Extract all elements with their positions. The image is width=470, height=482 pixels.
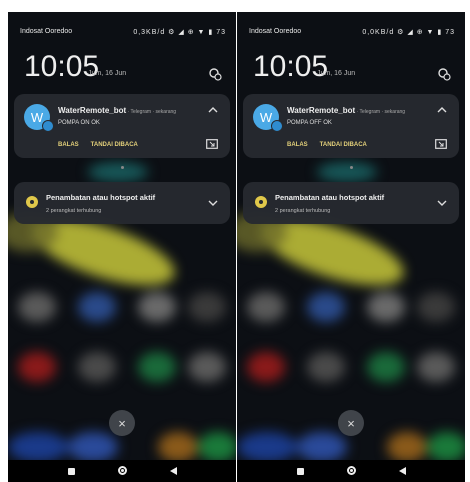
page-dot [350,166,353,169]
notification-body: POMPA OFF OK [287,120,332,126]
notification-meta: · Telegram · sekarang [126,109,177,115]
navigation-bar [237,460,465,482]
status-bar: Indosat Ooredoo 0,0KB/d ⚙ ◢ ⊕ ▼ ▮ 73 [249,28,455,36]
telegram-badge-icon [42,120,54,132]
page-dot [121,166,124,169]
notification-actions: BALAS TANDAI DIBACA [58,142,138,148]
phone-screen-left: Indosat Ooredoo 0,3KB/d ⚙ ◢ ⊕ ▼ ▮ 73 10:… [8,12,236,482]
open-window-icon[interactable] [435,139,447,149]
date-label: Jum, 16 Jun [88,70,127,77]
hotspot-notification[interactable]: Penambatan atau hotspot aktif 2 perangka… [243,182,459,224]
telegram-notification[interactable]: W WaterRemote_bot · Telegram · sekarang … [243,94,459,158]
telegram-badge-icon [271,120,283,132]
phone-screen-right: Indosat Ooredoo 0,0KB/d ⚙ ◢ ⊕ ▼ ▮ 73 10:… [237,12,465,482]
clock: 10:05 [253,50,329,83]
notification-meta: · Telegram · sekarang [355,109,406,115]
hotspot-notification[interactable]: Penambatan atau hotspot aktif 2 perangka… [14,182,230,224]
settings-gear-icon[interactable] [437,67,451,81]
home-icon[interactable] [118,466,127,475]
status-icons: 0,0KB/d ⚙ ◢ ⊕ ▼ ▮ 73 [362,29,455,36]
carrier-label: Indosat Ooredoo [249,28,302,35]
telegram-notification[interactable]: W WaterRemote_bot · Telegram · sekarang … [14,94,230,158]
notification-body: POMPA ON OK [58,120,100,126]
carrier-label: Indosat Ooredoo [20,28,73,35]
status-bar: Indosat Ooredoo 0,3KB/d ⚙ ◢ ⊕ ▼ ▮ 73 [20,28,226,36]
back-icon[interactable] [399,467,406,475]
navigation-bar [8,460,236,482]
open-window-icon[interactable] [206,139,218,149]
notification-title: WaterRemote_bot · Telegram · sekarang [287,106,405,115]
reply-button[interactable]: BALAS [287,142,308,148]
recents-icon[interactable] [297,468,304,475]
hotspot-subtitle: 2 perangkat terhubung [46,208,102,214]
hotspot-icon [255,196,267,208]
mark-read-button[interactable]: TANDAI DIBACA [91,142,138,148]
reply-button[interactable]: BALAS [58,142,79,148]
clear-notifications-button[interactable]: × [109,410,135,436]
notification-actions: BALAS TANDAI DIBACA [287,142,367,148]
chevron-up-icon[interactable] [208,106,218,114]
recents-icon[interactable] [68,468,75,475]
back-icon[interactable] [170,467,177,475]
notification-sender: WaterRemote_bot [287,106,356,115]
chevron-up-icon[interactable] [437,106,447,114]
mark-read-button[interactable]: TANDAI DIBACA [320,142,367,148]
notification-title: WaterRemote_bot · Telegram · sekarang [58,106,176,115]
clear-notifications-button[interactable]: × [338,410,364,436]
hotspot-subtitle: 2 perangkat terhubung [275,208,331,214]
date-label: Jum, 16 Jun [317,70,356,77]
chevron-down-icon[interactable] [437,199,447,207]
chevron-down-icon[interactable] [208,199,218,207]
status-icons: 0,3KB/d ⚙ ◢ ⊕ ▼ ▮ 73 [133,29,226,36]
hotspot-title: Penambatan atau hotspot aktif [275,193,385,202]
hotspot-title: Penambatan atau hotspot aktif [46,193,156,202]
home-icon[interactable] [347,466,356,475]
clock: 10:05 [24,50,100,83]
notification-sender: WaterRemote_bot [58,106,127,115]
hotspot-icon [26,196,38,208]
settings-gear-icon[interactable] [208,67,222,81]
